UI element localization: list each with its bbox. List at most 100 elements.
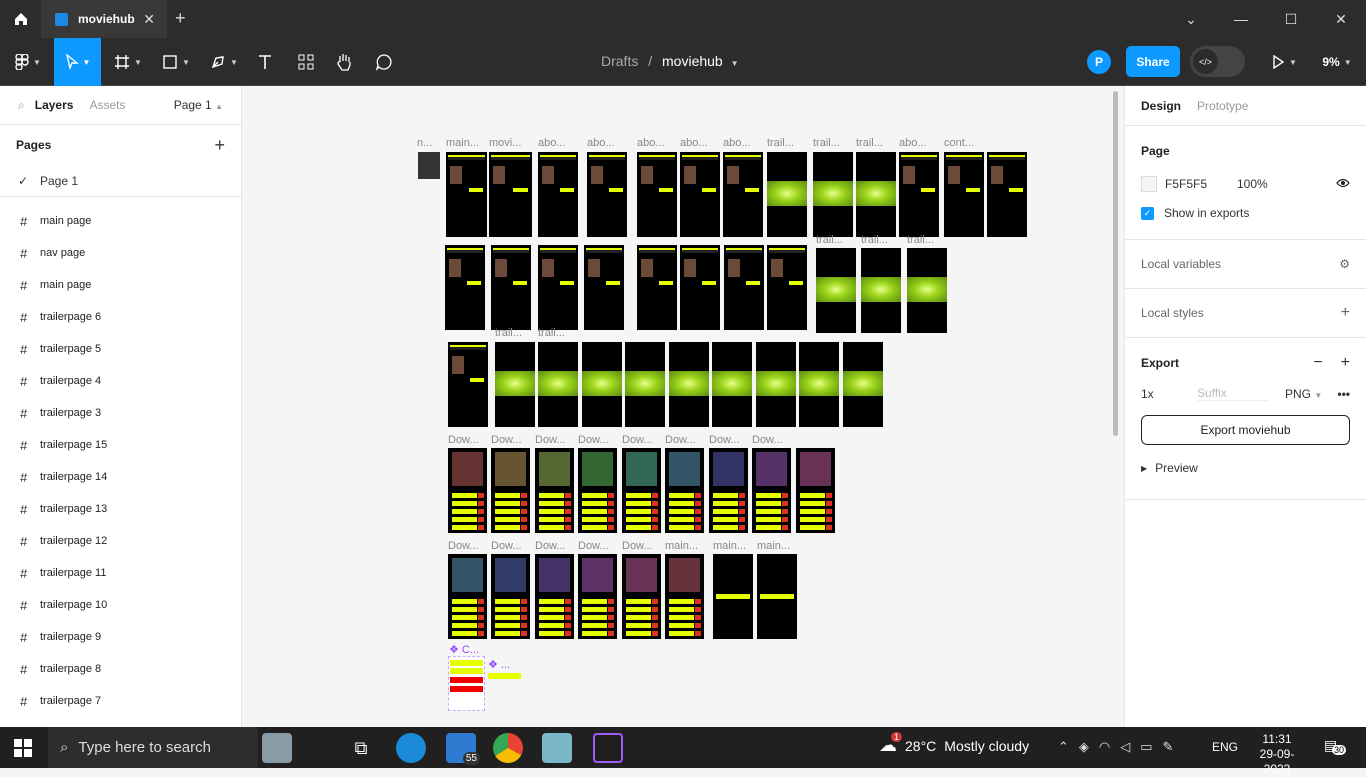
export-scale[interactable]: 1x (1141, 387, 1197, 401)
new-tab-icon[interactable]: + (175, 8, 186, 29)
file-tab[interactable]: moviehub ✕ (41, 0, 167, 38)
show-in-exports-checkbox[interactable]: ✓ (1141, 206, 1154, 220)
layer-item[interactable]: # trailerpage 5 (0, 333, 241, 365)
resources-icon[interactable] (292, 38, 320, 86)
close-tab-icon[interactable]: ✕ (143, 11, 155, 28)
layer-item[interactable]: # nav page (0, 237, 241, 269)
present-button[interactable]: ▼ (1264, 38, 1304, 86)
home-icon[interactable] (0, 0, 41, 38)
add-export-icon[interactable]: + (1341, 354, 1350, 372)
layer-item[interactable]: # trailerpage 12 (0, 525, 241, 557)
tab-layers[interactable]: Layers (35, 98, 74, 112)
more-options-icon[interactable]: ••• (1337, 387, 1350, 401)
hand-tool-icon[interactable] (330, 38, 358, 86)
layer-item[interactable]: # trailerpage 4 (0, 365, 241, 397)
task-view-icon[interactable]: ⧉ (346, 733, 376, 763)
notification-icon[interactable]: ▤ 30 (1324, 737, 1347, 755)
language-indicator[interactable]: ENG (1212, 740, 1238, 754)
download-link-row (626, 493, 651, 498)
add-page-icon[interactable]: + (214, 135, 225, 156)
download-link-row (582, 623, 607, 628)
clock[interactable]: 11:31 29-09-2023 (1252, 732, 1302, 777)
pen-icon[interactable]: ✎ (1163, 739, 1174, 755)
preview-toggle[interactable]: ▶ Preview (1141, 461, 1350, 475)
search-icon[interactable]: ⌕ (18, 98, 25, 113)
main-menu-button[interactable]: ▼ (8, 38, 48, 86)
add-style-icon[interactable]: + (1341, 304, 1350, 322)
weather-widget[interactable]: ☁ 1 28°C Mostly cloudy (879, 732, 1029, 756)
chrome-icon[interactable] (493, 733, 523, 763)
shape-tool-button[interactable]: ▼ (156, 38, 196, 86)
maximize-icon[interactable]: ☐ (1266, 0, 1316, 38)
export-format-select[interactable]: PNG ▼ (1285, 387, 1322, 401)
page-selector[interactable]: Page 1 ▲ (174, 98, 223, 112)
export-suffix-input[interactable]: Suffix (1197, 386, 1269, 401)
canvas-scrollbar[interactable] (1113, 91, 1118, 436)
layer-item[interactable]: # trailerpage 3 (0, 397, 241, 429)
share-button[interactable]: Share (1126, 46, 1180, 77)
download-link-row (539, 599, 564, 604)
layer-item[interactable]: # trailerpage 15 (0, 429, 241, 461)
cta-button (467, 281, 481, 285)
close-window-icon[interactable]: ✕ (1316, 0, 1366, 38)
move-tool-button[interactable]: ▼ (54, 38, 101, 86)
network-icon[interactable]: ◈ (1079, 739, 1089, 755)
layer-item[interactable]: # trailerpage 10 (0, 589, 241, 621)
layer-item[interactable]: # main page (0, 205, 241, 237)
layer-item[interactable]: # trailerpage 9 (0, 621, 241, 653)
bg-color-swatch[interactable] (1141, 176, 1157, 192)
zoom-menu[interactable]: 9% ▼ (1312, 38, 1362, 86)
poster-image (903, 166, 915, 184)
chevron-down-icon[interactable]: ▼ (731, 59, 739, 68)
page-item-current[interactable]: ✓ Page 1 (0, 165, 241, 197)
bg-hex-field[interactable]: F5F5F5 (1165, 177, 1237, 191)
frame-thumbnail (987, 152, 1027, 237)
cta-button (560, 188, 574, 192)
layer-item[interactable]: # trailerpage 11 (0, 557, 241, 589)
minimize-icon[interactable]: — (1216, 0, 1266, 38)
frame-thumbnail (446, 152, 487, 237)
chevron-up-icon[interactable]: ⌃ (1058, 739, 1069, 755)
figma-app-icon[interactable] (593, 733, 623, 763)
edge-browser-icon[interactable] (396, 733, 426, 763)
pen-tool-button[interactable]: ▼ (204, 38, 244, 86)
taskbar-search[interactable]: ⌕ Type here to search (48, 727, 258, 768)
export-button[interactable]: Export moviehub (1141, 415, 1350, 445)
layer-item[interactable]: # trailerpage 6 (0, 301, 241, 333)
page-selector-label: Page 1 (173, 98, 212, 112)
user-avatar[interactable]: P (1087, 50, 1111, 74)
volume-icon[interactable]: ◁ (1120, 739, 1130, 755)
remove-export-icon[interactable]: − (1313, 354, 1322, 372)
battery-icon[interactable]: ▭ (1140, 739, 1152, 755)
windows-start-icon[interactable] (14, 739, 32, 760)
variables-icon[interactable]: ⚙ (1339, 257, 1350, 271)
cta-button (513, 188, 528, 192)
design-canvas[interactable]: n... main... movi... abo... abo... abo... abo.… (242, 86, 1124, 727)
eye-icon[interactable] (1336, 177, 1350, 191)
dev-mode-toggle[interactable]: </> (1190, 46, 1245, 77)
search-highlight-icon[interactable] (262, 733, 292, 763)
tab-prototype[interactable]: Prototype (1197, 99, 1248, 113)
tab-assets[interactable]: Assets (89, 98, 125, 112)
bg-opacity-field[interactable]: 100% (1237, 177, 1268, 191)
poster-image (588, 259, 600, 277)
tab-design[interactable]: Design (1141, 99, 1181, 113)
frame-label: Dow... (752, 434, 783, 446)
layer-item[interactable]: # trailerpage 13 (0, 493, 241, 525)
trailer-frame (856, 152, 896, 237)
layer-item[interactable]: # main page (0, 269, 241, 301)
layer-item[interactable]: # trailerpage 7 (0, 685, 241, 717)
cta-button (921, 188, 935, 192)
app-icon[interactable] (542, 733, 572, 763)
chevron-down-icon[interactable]: ⌄ (1166, 0, 1216, 38)
breadcrumb-file-name[interactable]: moviehub (662, 53, 723, 69)
frame-tool-button[interactable]: ▼ (108, 38, 148, 86)
comment-tool-icon[interactable] (370, 38, 398, 86)
breadcrumb-drafts[interactable]: Drafts (601, 53, 638, 69)
layer-item[interactable]: # trailerpage 8 (0, 653, 241, 685)
mail-icon[interactable]: 55 (446, 733, 480, 765)
layer-item[interactable]: # trailerpage 14 (0, 461, 241, 493)
frame-header (586, 248, 622, 253)
text-tool-icon[interactable] (252, 38, 278, 86)
wifi-icon[interactable]: ◠ (1099, 739, 1110, 755)
